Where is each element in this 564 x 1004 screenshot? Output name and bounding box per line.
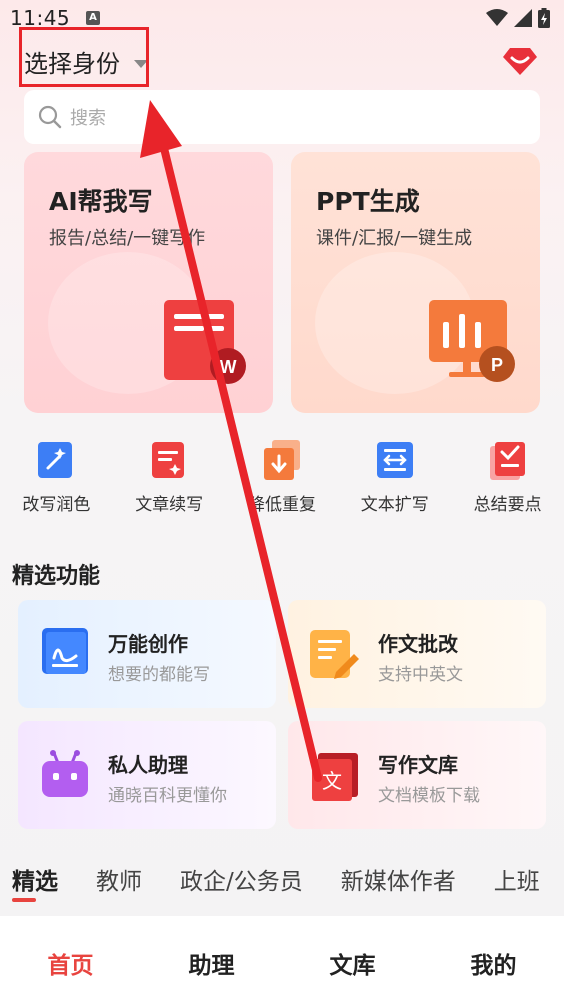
section-title: 精选功能 bbox=[12, 564, 101, 589]
search-bar[interactable]: 搜索 bbox=[24, 90, 540, 144]
feature-subtitle: 想要的都能写 bbox=[108, 665, 210, 685]
card-badge-text: P bbox=[491, 355, 503, 375]
feature-essay-review[interactable]: 作文批改 支持中英文 bbox=[288, 600, 546, 708]
ai-write-card[interactable]: AI帮我写 报告/总结/一键写作 W bbox=[24, 152, 273, 413]
notification-a-icon: A bbox=[86, 11, 100, 25]
category-tabs: 精选 教师 政企/公务员 新媒体作者 上班 bbox=[12, 862, 540, 896]
card-subtitle: 报告/总结/一键写作 bbox=[49, 228, 206, 249]
search-icon bbox=[38, 105, 62, 129]
search-placeholder: 搜索 bbox=[70, 108, 106, 129]
tab-teacher[interactable]: 教师 bbox=[96, 862, 142, 896]
card-title: PPT生成 bbox=[316, 187, 420, 216]
tab-featured[interactable]: 精选 bbox=[12, 862, 58, 896]
card-subtitle: 课件/汇报/一键生成 bbox=[316, 228, 473, 249]
tool-reduce-duplicate[interactable]: 降低重复 bbox=[226, 440, 339, 520]
active-tab-indicator bbox=[12, 898, 36, 902]
tool-rewrite[interactable]: 改写润色 bbox=[0, 440, 113, 520]
tool-label: 改写润色 bbox=[22, 495, 91, 515]
feature-writing-library[interactable]: 文 写作文库 文档模板下载 bbox=[288, 721, 546, 829]
nav-mine[interactable]: 我的 bbox=[423, 916, 564, 1004]
article-continue-icon bbox=[152, 442, 185, 478]
robot-icon bbox=[42, 750, 88, 797]
status-icons bbox=[486, 8, 550, 28]
feature-universal-create[interactable]: 万能创作 想要的都能写 bbox=[18, 600, 276, 708]
tool-continue[interactable]: 文章续写 bbox=[113, 440, 226, 520]
signal-icon bbox=[514, 9, 532, 27]
tool-label: 文本扩写 bbox=[360, 495, 429, 515]
ppt-generate-card[interactable]: PPT生成 课件/汇报/一键生成 P bbox=[291, 152, 540, 413]
document-word-icon: W bbox=[164, 300, 246, 384]
magic-wand-icon bbox=[38, 442, 73, 478]
feature-subtitle: 通晓百科更懂你 bbox=[108, 786, 227, 806]
tool-summary[interactable]: 总结要点 bbox=[451, 440, 564, 520]
battery-icon bbox=[538, 8, 550, 28]
tool-label: 总结要点 bbox=[473, 495, 542, 515]
pen-book-icon bbox=[42, 628, 88, 674]
reduce-duplicate-icon bbox=[263, 440, 300, 480]
feature-title: 作文批改 bbox=[378, 632, 458, 656]
summary-icon bbox=[489, 442, 525, 480]
card-badge-text: W bbox=[220, 357, 237, 377]
feature-subtitle: 文档模板下载 bbox=[378, 786, 480, 806]
quick-tools: 改写润色 文章续写 降低重复 文本扩写 总结要点 bbox=[0, 440, 564, 520]
feature-subtitle: 支持中英文 bbox=[378, 665, 463, 685]
tool-expand[interactable]: 文本扩写 bbox=[338, 440, 451, 520]
feature-title: 写作文库 bbox=[378, 753, 458, 777]
wifi-icon bbox=[486, 9, 508, 26]
library-icon: 文 bbox=[312, 753, 358, 801]
essay-edit-icon bbox=[310, 630, 359, 679]
feature-title: 万能创作 bbox=[108, 632, 188, 656]
text-expand-icon bbox=[376, 442, 413, 478]
feature-title: 私人助理 bbox=[108, 753, 188, 777]
tool-label: 降低重复 bbox=[247, 495, 316, 515]
tab-office[interactable]: 上班 bbox=[494, 862, 540, 896]
tab-new-media[interactable]: 新媒体作者 bbox=[341, 862, 456, 896]
svg-text:文: 文 bbox=[322, 769, 342, 793]
vip-diamond-icon[interactable] bbox=[502, 44, 538, 78]
highlight-box bbox=[19, 27, 149, 87]
card-title: AI帮我写 bbox=[49, 187, 153, 216]
nav-library[interactable]: 文库 bbox=[282, 916, 423, 1004]
tab-government[interactable]: 政企/公务员 bbox=[180, 862, 303, 896]
tool-label: 文章续写 bbox=[135, 495, 204, 515]
bottom-nav: 首页 助理 文库 我的 bbox=[0, 916, 564, 1004]
feature-private-assistant[interactable]: 私人助理 通晓百科更懂你 bbox=[18, 721, 276, 829]
nav-assistant[interactable]: 助理 bbox=[141, 916, 282, 1004]
nav-home[interactable]: 首页 bbox=[0, 916, 141, 1004]
presentation-icon: P bbox=[429, 300, 515, 382]
